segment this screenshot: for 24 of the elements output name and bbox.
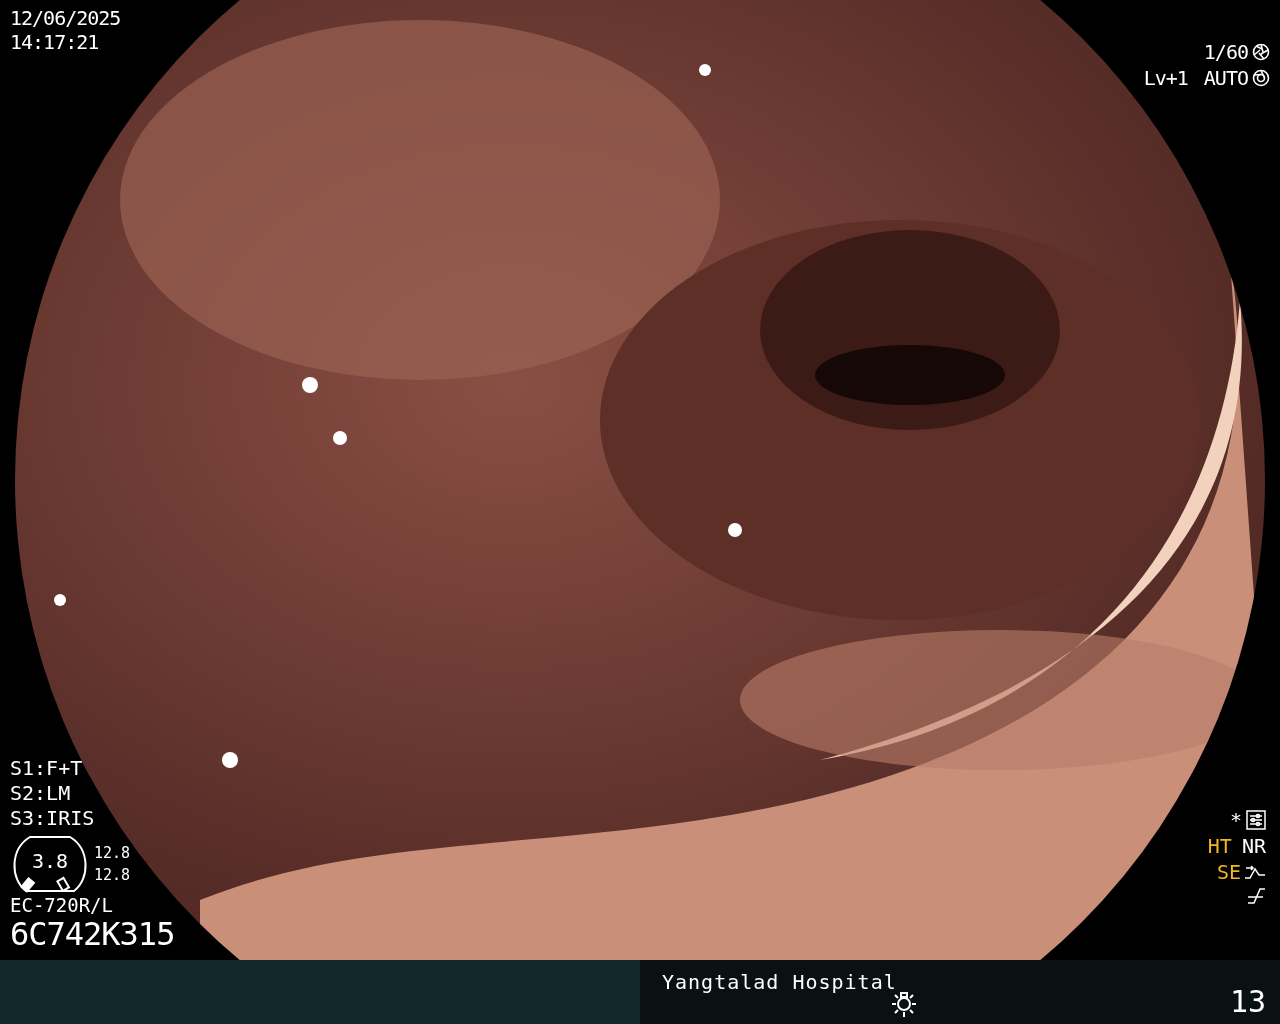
switch-setting-text: S1:F+T: [10, 756, 84, 780]
shutter-icon: [1252, 43, 1270, 61]
sliders-icon: [1246, 810, 1266, 830]
indicator-label: NR: [1241, 834, 1266, 858]
shutter-speed-text: 1/60: [1203, 40, 1248, 64]
curve-icon: [1244, 863, 1266, 881]
indicator-label: HT: [1207, 834, 1232, 858]
scope-model-text: EC-720R/L: [10, 894, 114, 916]
indicator-label: SE: [1216, 860, 1241, 884]
scope-serial-text: 6C742K315: [10, 917, 175, 951]
gauge-reading-text: 12.8: [94, 843, 131, 864]
switch-setting-text: S2:LM: [10, 781, 72, 805]
gauge-value-text: 3.8: [30, 849, 70, 873]
time-text: 14:17:21: [10, 30, 100, 54]
brightness-level-text: Lv+1: [1143, 66, 1188, 90]
aperture-icon: [1252, 69, 1270, 87]
switch-setting-text: S3:IRIS: [10, 806, 96, 830]
marker-text: *: [1229, 808, 1242, 832]
gauge-reading-text: 12.8: [94, 865, 131, 886]
hospital-name-text: Yangtalad Hospital: [662, 970, 897, 994]
curve-icon: [1246, 886, 1266, 906]
iris-mode-text: AUTO: [1203, 66, 1248, 90]
image-count-text: 13: [1229, 984, 1266, 1019]
date-text: 12/06/2025: [10, 6, 121, 30]
